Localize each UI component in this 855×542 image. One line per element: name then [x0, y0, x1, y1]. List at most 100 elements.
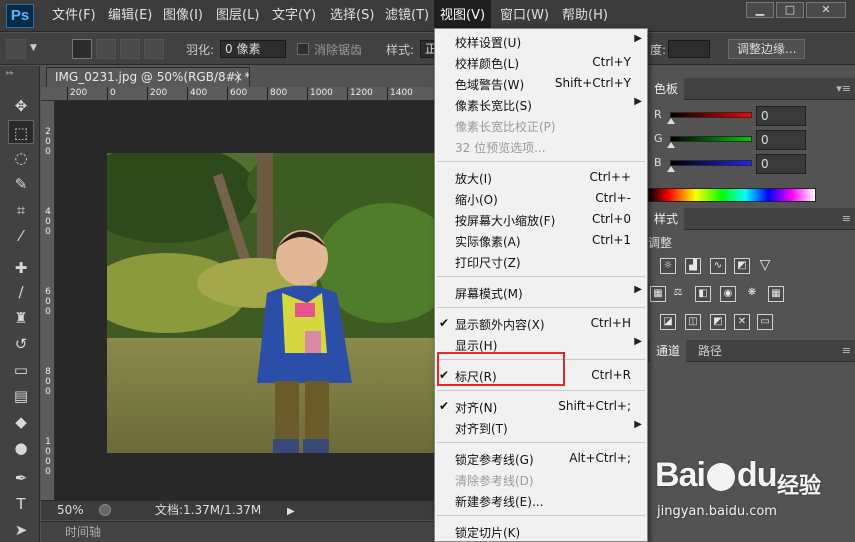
close-icon[interactable]: × [233, 68, 243, 87]
eyedropper-tool-icon[interactable]: ⁄ [8, 224, 34, 248]
color-spectrum[interactable] [648, 188, 816, 202]
selective-color-icon[interactable]: ✕ [734, 314, 750, 330]
view-menu-item[interactable]: 屏幕模式(M) ▶ [435, 282, 647, 303]
menu-filter[interactable]: 滤镜(T) [383, 0, 431, 32]
menu-image[interactable]: 图像(I) [161, 0, 205, 32]
stamp-tool-icon[interactable]: ♜ [8, 306, 34, 330]
brightness-icon[interactable]: ☼ [660, 258, 676, 274]
slider-thumb-icon[interactable] [667, 142, 675, 148]
minimize-icon[interactable]: ▁ [746, 2, 774, 18]
new-selection-icon[interactable] [72, 39, 92, 59]
menu-layer[interactable]: 图层(L) [214, 0, 261, 32]
subtract-selection-icon[interactable] [120, 39, 140, 59]
red-value[interactable]: 0 [756, 106, 806, 126]
panel-menu-icon[interactable]: ▾≡ [836, 82, 851, 95]
view-menu-item[interactable]: 缩小(O) Ctrl+- [435, 188, 647, 209]
channel-mixer-icon[interactable]: ❋ [744, 286, 760, 302]
view-menu-item[interactable]: 按屏幕大小缩放(F) Ctrl+0 [435, 209, 647, 230]
threshold-icon[interactable]: ◩ [710, 314, 726, 330]
view-menu-item[interactable]: 打印尺寸(Z) [435, 251, 647, 272]
view-menu-item[interactable]: 对齐到(T) ▶ [435, 417, 647, 438]
crop-tool-icon[interactable]: ⌗ [8, 198, 34, 222]
slider-thumb-icon[interactable] [667, 166, 675, 172]
view-menu-item[interactable]: 校样设置(U) ▶ [435, 31, 647, 52]
tab-channels[interactable]: 通道 [650, 340, 687, 362]
antialias-checkbox[interactable] [297, 43, 309, 55]
green-value[interactable]: 0 [756, 130, 806, 150]
height-input[interactable] [668, 40, 710, 58]
menu-file[interactable]: 文件(F) [50, 0, 98, 32]
move-tool-icon[interactable]: ✥ [8, 94, 34, 118]
bw-icon[interactable]: ◧ [695, 286, 711, 302]
color-balance-icon[interactable]: ⚖ [670, 286, 686, 302]
vibrance-icon[interactable]: ▽ [757, 258, 773, 274]
text-tool-icon[interactable]: T [8, 492, 34, 516]
panel-menu-icon[interactable]: ≡ [842, 212, 851, 225]
red-slider[interactable]: R 0 [648, 106, 855, 126]
intersect-selection-icon[interactable] [144, 39, 164, 59]
healing-tool-icon[interactable]: ✚ [8, 256, 34, 280]
ruler-vertical[interactable]: 2 0 0 4 0 0 6 0 0 8 0 0 1 0 0 0 [41, 101, 55, 500]
history-brush-icon[interactable]: ↺ [8, 332, 34, 356]
green-slider-track[interactable] [670, 136, 752, 142]
timeline-bar[interactable]: 时间轴 [41, 521, 435, 542]
blue-slider-track[interactable] [670, 160, 752, 166]
quick-select-tool-icon[interactable]: ✎ [8, 172, 34, 196]
view-menu-item[interactable]: 实际像素(A) Ctrl+1 [435, 230, 647, 251]
chevron-down-icon[interactable]: ▼ [30, 43, 37, 53]
dodge-tool-icon[interactable]: ● [8, 436, 34, 460]
hue-icon[interactable]: ▦ [650, 286, 666, 302]
photo-filter-icon[interactable]: ◉ [720, 286, 736, 302]
view-menu-item[interactable]: 像素长宽比(S) ▶ [435, 94, 647, 115]
marquee-preset-icon[interactable] [6, 39, 26, 59]
style-select[interactable]: 正 [420, 40, 437, 58]
gradient-tool-icon[interactable]: ▤ [8, 384, 34, 408]
view-menu-item[interactable]: 校样颜色(L) Ctrl+Y [435, 52, 647, 73]
maximize-icon[interactable]: □ [776, 2, 804, 18]
tab-swatches[interactable]: 色板 [648, 78, 685, 100]
posterize-icon[interactable]: ◫ [685, 314, 701, 330]
view-menu-item[interactable]: ✔ 对齐(N) Shift+Ctrl+; [435, 396, 647, 417]
tab-styles[interactable]: 样式 [648, 208, 685, 230]
pen-tool-icon[interactable]: ✒ [8, 466, 34, 490]
menu-type[interactable]: 文字(Y) [270, 0, 318, 32]
close-icon[interactable]: ✕ [806, 2, 846, 18]
red-slider-track[interactable] [670, 112, 752, 118]
menu-edit[interactable]: 编辑(E) [106, 0, 154, 32]
view-menu-item[interactable]: 新建参考线(E)... [435, 490, 647, 511]
add-selection-icon[interactable] [96, 39, 116, 59]
view-menu-item[interactable]: 放大(I) Ctrl++ [435, 167, 647, 188]
invert-icon[interactable]: ◪ [660, 314, 676, 330]
exposure-icon[interactable]: ◩ [734, 258, 750, 274]
slider-thumb-icon[interactable] [667, 118, 675, 124]
color-lookup-icon[interactable]: ▦ [768, 286, 784, 302]
zoom-level[interactable]: 50% [57, 501, 84, 520]
lasso-tool-icon[interactable]: ◌ [8, 146, 34, 170]
view-menu-item[interactable]: 锁定参考线(G) Alt+Ctrl+; [435, 448, 647, 469]
ruler-horizontal[interactable]: 200 0 200 400 600 800 1000 1200 1400 [41, 87, 435, 101]
view-menu-item[interactable]: 色域警告(W) Shift+Ctrl+Y [435, 73, 647, 94]
blur-tool-icon[interactable]: ◆ [8, 410, 34, 434]
submenu-arrow-icon: ▶ [634, 336, 642, 347]
levels-icon[interactable]: ▟ [685, 258, 701, 274]
tab-paths[interactable]: 路径 [692, 340, 728, 362]
gradient-map-icon[interactable]: ▭ [757, 314, 773, 330]
document-tab[interactable]: IMG_0231.jpg @ 50%(RGB/8#) * × [46, 67, 250, 87]
eraser-tool-icon[interactable]: ▭ [8, 358, 34, 382]
blue-slider[interactable]: B 0 [648, 154, 855, 174]
collapse-icon[interactable]: ▸▸ [6, 68, 14, 77]
feather-input[interactable]: 0 像素 [220, 40, 286, 58]
marquee-tool-icon[interactable]: ⬚ [8, 120, 34, 144]
path-select-tool-icon[interactable]: ➤ [8, 518, 34, 542]
blue-value[interactable]: 0 [756, 154, 806, 174]
brush-tool-icon[interactable]: ∕ [8, 280, 34, 304]
curves-icon[interactable]: ∿ [710, 258, 726, 274]
play-icon[interactable]: ▶ [287, 502, 295, 521]
refine-edge-button[interactable]: 调整边缘... [728, 39, 806, 59]
view-menu-item[interactable]: 锁定切片(K) [435, 521, 647, 541]
menu-select[interactable]: 选择(S) [328, 0, 376, 32]
panel-menu-icon[interactable]: ≡ [842, 344, 851, 357]
share-icon[interactable] [99, 504, 111, 516]
view-menu-item[interactable]: ✔ 显示额外内容(X) Ctrl+H [435, 313, 647, 334]
green-slider[interactable]: G 0 [648, 130, 855, 150]
